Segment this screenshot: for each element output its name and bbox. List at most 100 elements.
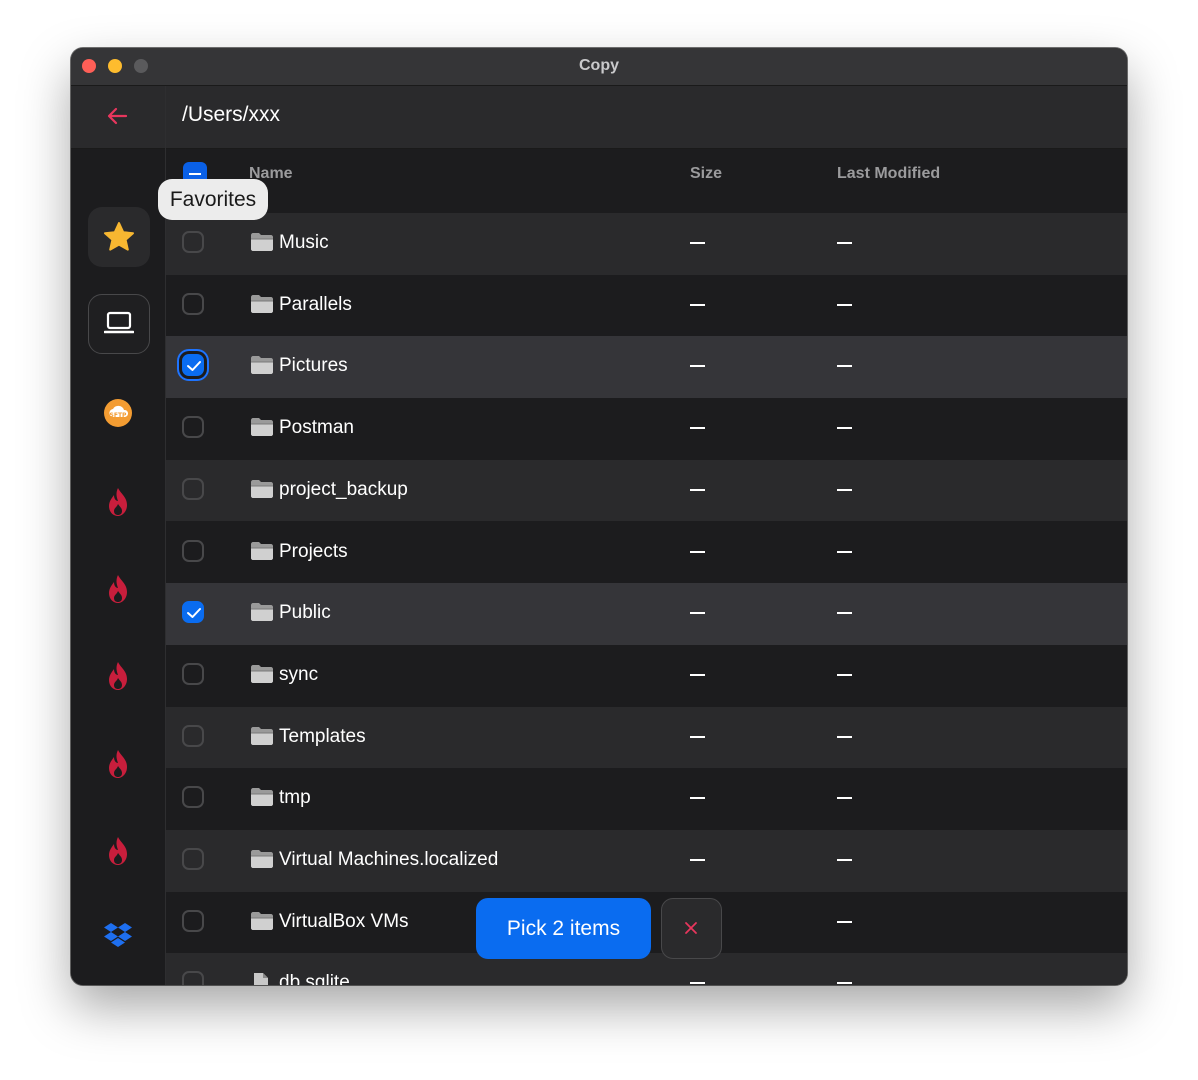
- file-size: [690, 550, 705, 553]
- favorites-tooltip: Favorites: [158, 179, 268, 220]
- local-computer-button[interactable]: [88, 294, 150, 354]
- table-row[interactable]: db.sqlite: [166, 953, 1127, 985]
- folder-icon: [250, 787, 274, 812]
- row-checkbox[interactable]: [182, 909, 204, 932]
- file-name: Pictures: [279, 355, 348, 377]
- row-checkbox[interactable]: [182, 971, 204, 985]
- flame-icon: [109, 837, 127, 865]
- file-name: Music: [279, 232, 329, 253]
- row-checkbox[interactable]: [182, 354, 204, 377]
- column-header-last-modified[interactable]: Last Modified: [837, 165, 940, 183]
- file-browser: /Users/xxx Name Size Last Modified Music…: [166, 86, 1127, 985]
- back-button[interactable]: [104, 104, 132, 128]
- file-size: [690, 797, 705, 800]
- server-button-3[interactable]: [103, 660, 133, 690]
- title-bar: Copy: [71, 48, 1127, 86]
- file-last-modified: [837, 550, 852, 553]
- folder-icon: [250, 355, 274, 380]
- row-checkbox[interactable]: [182, 477, 204, 500]
- file-last-modified: [837, 859, 852, 861]
- table-row[interactable]: Templates: [166, 706, 1127, 769]
- folder-icon: [250, 232, 274, 257]
- file-list: Music Parallels Pictures Postman project_bac…: [166, 213, 1127, 985]
- path-bar: /Users/xxx: [166, 86, 1127, 149]
- current-path[interactable]: /Users/xxx: [182, 103, 280, 127]
- table-row[interactable]: Projects: [166, 521, 1127, 584]
- table-row[interactable]: Parallels: [166, 274, 1127, 337]
- folder-icon: [250, 726, 274, 751]
- server-button-1[interactable]: [103, 486, 133, 516]
- file-size: [690, 303, 705, 306]
- sftp-server-button[interactable]: SFTP: [103, 398, 133, 428]
- file-last-modified: [837, 797, 852, 800]
- close-icon: [685, 922, 697, 934]
- file-name: Parallels: [279, 293, 352, 315]
- dropbox-button[interactable]: [103, 922, 133, 952]
- table-header: Name Size Last Modified: [166, 149, 1127, 199]
- cancel-selection-button[interactable]: [661, 898, 722, 959]
- folder-icon: [250, 602, 274, 627]
- file-name: tmp: [279, 787, 311, 809]
- row-checkbox[interactable]: [182, 416, 204, 439]
- file-last-modified: [837, 920, 852, 923]
- favorites-button[interactable]: [88, 207, 150, 267]
- row-checkbox[interactable]: [182, 539, 204, 562]
- row-checkbox[interactable]: [182, 601, 204, 624]
- table-row[interactable]: project_backup: [166, 459, 1127, 522]
- table-row[interactable]: Postman: [166, 398, 1127, 460]
- file-name: Postman: [279, 417, 354, 439]
- row-checkbox[interactable]: [182, 231, 204, 253]
- file-size: [690, 982, 705, 985]
- table-row[interactable]: Pictures: [166, 336, 1127, 399]
- table-row[interactable]: Music: [166, 213, 1127, 275]
- flame-icon: [109, 750, 127, 778]
- checkmark-icon: [187, 361, 201, 372]
- file-name: project_backup: [279, 478, 408, 500]
- folder-icon: [250, 417, 274, 442]
- flame-icon: [109, 662, 127, 690]
- server-button-5[interactable]: [103, 835, 133, 865]
- file-size: [690, 612, 705, 615]
- back-arrow-icon: [107, 107, 128, 125]
- column-header-size[interactable]: Size: [690, 165, 722, 183]
- table-row[interactable]: Public: [166, 583, 1127, 645]
- folder-icon: [250, 664, 274, 689]
- flame-icon: [109, 575, 127, 603]
- file-last-modified: [837, 303, 852, 306]
- folder-icon: [250, 479, 274, 504]
- folder-icon: [250, 294, 274, 319]
- row-checkbox[interactable]: [182, 662, 204, 685]
- file-size: [690, 673, 705, 676]
- file-name: db.sqlite: [279, 972, 350, 985]
- svg-text:SFTP: SFTP: [110, 412, 128, 419]
- table-row[interactable]: sync: [166, 644, 1127, 707]
- folder-icon: [250, 541, 274, 566]
- pick-items-button[interactable]: Pick 2 items: [476, 898, 651, 959]
- row-checkbox[interactable]: [182, 724, 204, 747]
- table-row[interactable]: Virtual Machines.localized: [166, 830, 1127, 892]
- server-button-2[interactable]: [103, 573, 133, 603]
- dropbox-icon: [104, 923, 132, 947]
- row-checkbox[interactable]: [182, 786, 204, 809]
- sidebar-header: [71, 86, 165, 149]
- file-last-modified: [837, 488, 852, 491]
- file-name: Virtual Machines.localized: [279, 849, 499, 870]
- file-name: VirtualBox VMs: [279, 910, 409, 932]
- file-icon: [250, 972, 272, 985]
- file-last-modified: [837, 982, 852, 985]
- file-size: [690, 365, 705, 368]
- star-icon: [104, 222, 134, 251]
- laptop-icon: [104, 311, 134, 334]
- file-last-modified: [837, 427, 852, 430]
- file-size: [690, 735, 705, 738]
- server-button-4[interactable]: [103, 748, 133, 778]
- row-checkbox[interactable]: [182, 292, 204, 315]
- window-title: Copy: [579, 57, 619, 74]
- file-name: Projects: [279, 540, 348, 562]
- row-checkbox[interactable]: [182, 848, 204, 870]
- file-last-modified: [837, 242, 852, 244]
- sidebar: SFTP: [71, 86, 166, 985]
- sftp-icon: SFTP: [104, 399, 132, 427]
- file-last-modified: [837, 673, 852, 676]
- table-row[interactable]: tmp: [166, 768, 1127, 830]
